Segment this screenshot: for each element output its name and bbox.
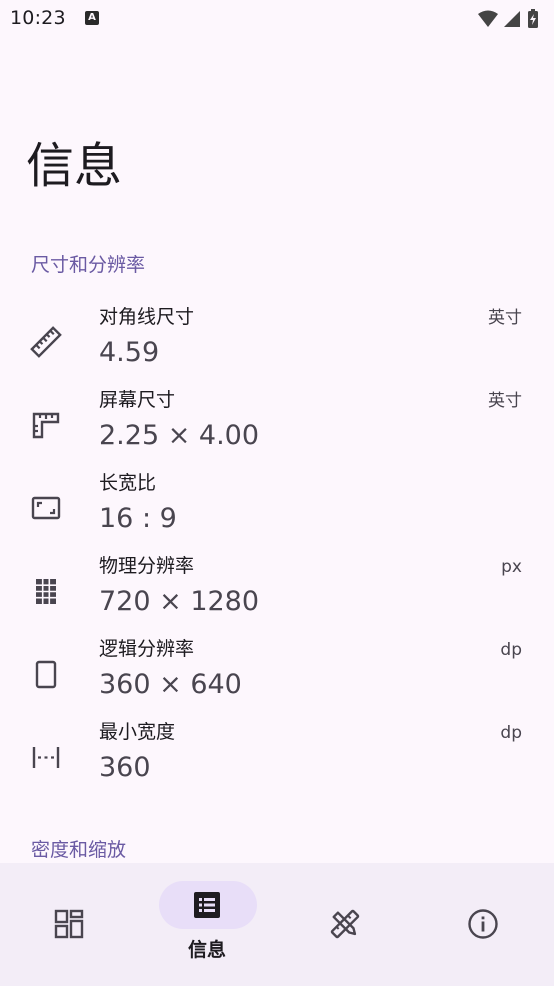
width-icon [30, 741, 62, 773]
item-value: 360 × 640 [99, 669, 242, 700]
tools-icon [329, 908, 361, 940]
info-row-logical-resolution[interactable]: 逻辑分辨率 360 × 640 dp [0, 634, 554, 717]
item-label: 最小宽度 [99, 721, 176, 743]
info-row-smallest-width[interactable]: 最小宽度 360 dp [0, 717, 554, 800]
screen: 10:23 A 信息 尺寸和分辨率 对角线尺寸 4.59 英寸 屏幕尺寸 2.2… [0, 0, 554, 986]
battery-icon [528, 9, 538, 28]
nav-item-info[interactable]: 信息 [138, 863, 276, 986]
status-time: 10:23 [10, 7, 66, 29]
item-label: 长宽比 [99, 472, 157, 494]
section-header-density-scaling: 密度和缩放 [31, 839, 127, 861]
list-icon [191, 889, 223, 921]
nav-label: 信息 [187, 939, 226, 961]
item-label: 物理分辨率 [99, 555, 195, 577]
info-row-aspect-ratio[interactable]: 长宽比 16 : 9 [0, 468, 554, 551]
dashboard-icon [53, 908, 85, 940]
item-unit: 英寸 [488, 308, 522, 328]
status-bar: 10:23 A [0, 0, 554, 38]
info-row-screen-size[interactable]: 屏幕尺寸 2.25 × 4.00 英寸 [0, 385, 554, 468]
signal-icon [504, 11, 520, 27]
a-icon: A [85, 11, 99, 25]
item-unit: px [501, 557, 522, 577]
nav-item-tools[interactable] [276, 863, 414, 986]
status-indicators [476, 8, 546, 28]
phone-outline-icon [30, 658, 62, 690]
info-icon [467, 908, 499, 940]
item-label: 屏幕尺寸 [99, 389, 176, 411]
item-value: 16 : 9 [99, 503, 177, 534]
item-value: 360 [99, 752, 151, 783]
screen-size-icon [30, 409, 62, 441]
item-value: 720 × 1280 [99, 586, 260, 617]
item-unit: dp [500, 640, 522, 660]
nav-item-about[interactable] [414, 863, 552, 986]
grid-icon [30, 575, 62, 607]
item-unit: dp [500, 723, 522, 743]
item-label: 逻辑分辨率 [99, 638, 195, 660]
info-row-diagonal[interactable]: 对角线尺寸 4.59 英寸 [0, 302, 554, 385]
item-label: 对角线尺寸 [99, 306, 195, 328]
info-row-physical-resolution[interactable]: 物理分辨率 720 × 1280 px [0, 551, 554, 634]
item-unit: 英寸 [488, 391, 522, 411]
bottom-navigation: 信息 [0, 863, 554, 986]
section-header-size-resolution: 尺寸和分辨率 [31, 254, 146, 276]
wifi-icon [478, 10, 498, 27]
aspect-ratio-icon [30, 492, 62, 524]
item-value: 2.25 × 4.00 [99, 420, 260, 451]
item-value: 4.59 [99, 337, 160, 368]
ruler-icon [30, 326, 62, 358]
nav-item-dashboard[interactable] [0, 863, 138, 986]
page-title: 信息 [26, 138, 123, 194]
